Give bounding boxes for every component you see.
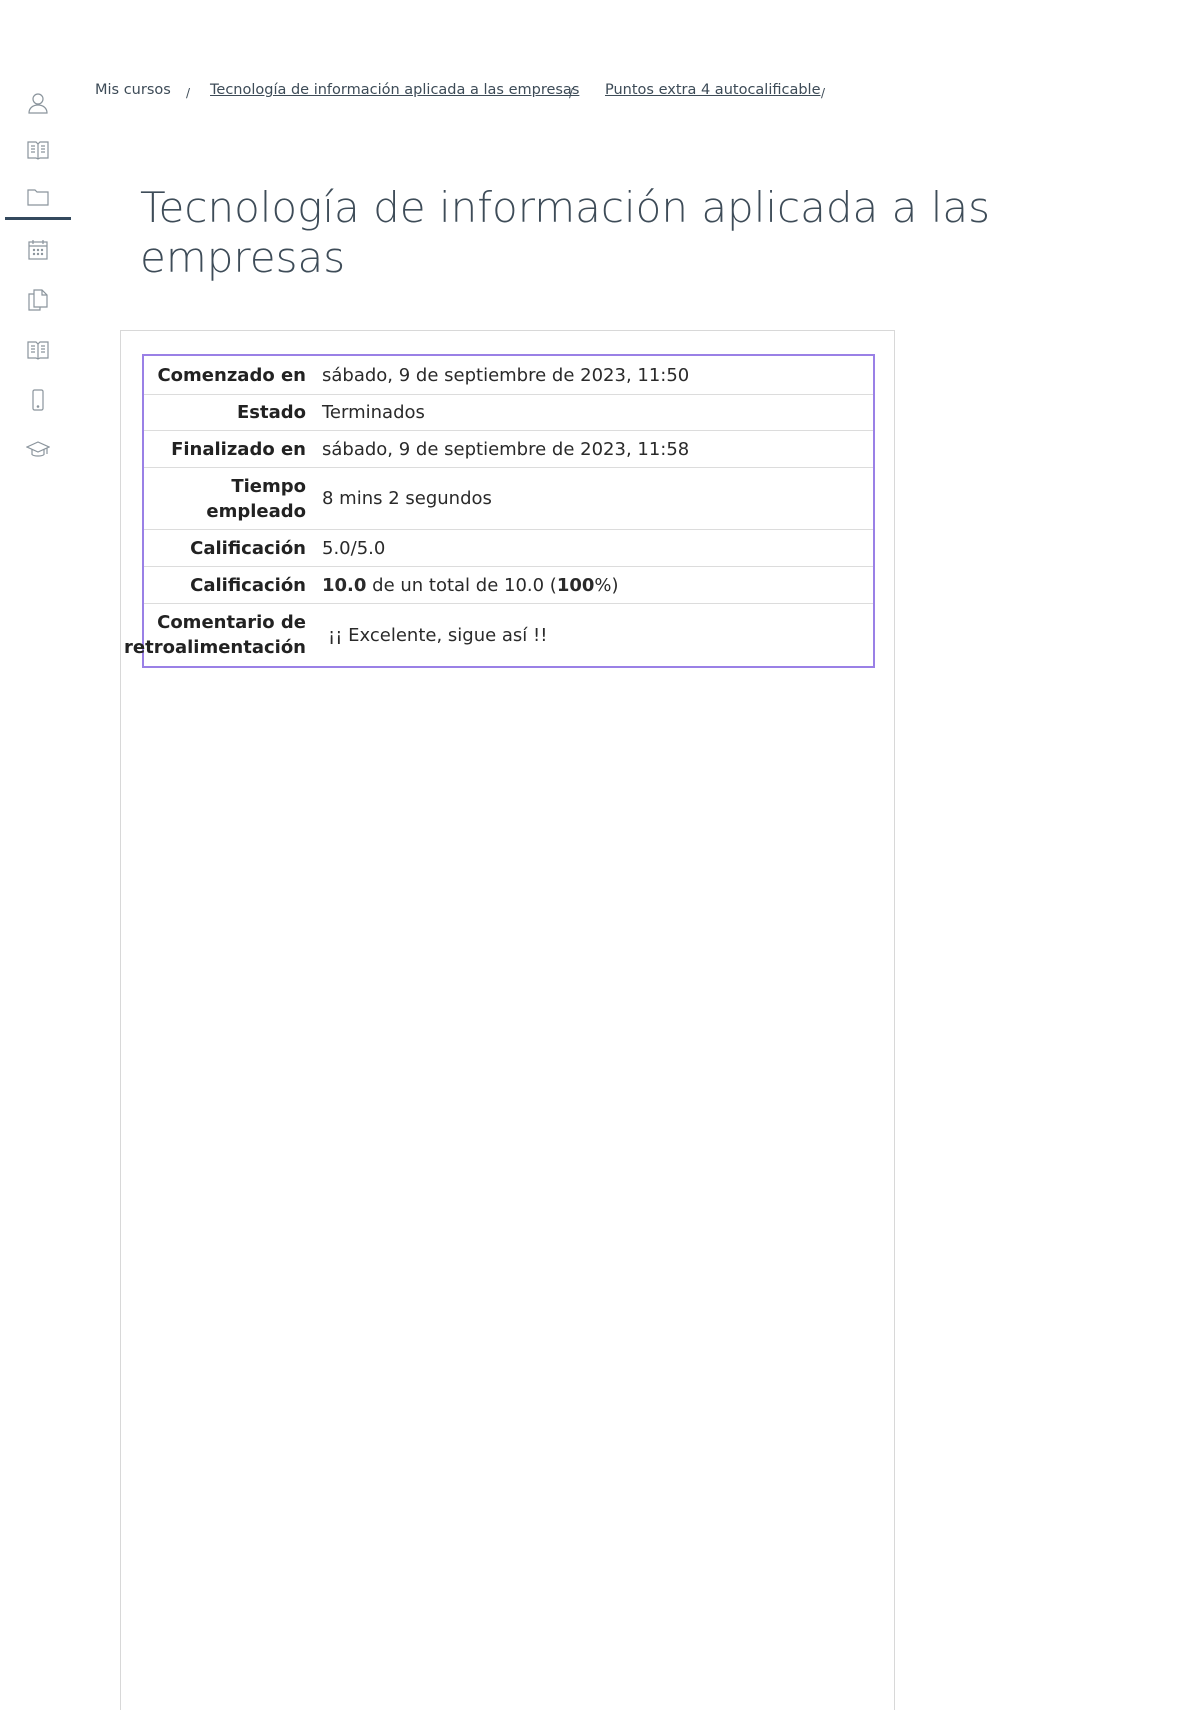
sidebar-item-library[interactable]	[5, 330, 71, 370]
left-sidebar	[0, 0, 80, 1698]
table-row: Estado Terminados	[144, 395, 873, 431]
grade-percent: 100	[556, 574, 595, 596]
sidebar-item-courses[interactable]	[5, 430, 71, 470]
state-value: Terminados	[322, 402, 425, 423]
breadcrumb-item-my-courses[interactable]: Mis cursos	[95, 82, 171, 98]
started-value: sábado, 9 de septiembre de 2023, 11:50	[322, 364, 690, 386]
mobile-icon	[32, 389, 44, 411]
grade-percent-suffix: %)	[594, 574, 619, 596]
breadcrumb-separator: /	[821, 86, 826, 100]
feedback-label: Comentario de retroalimentación	[124, 612, 306, 658]
finished-value: sábado, 9 de septiembre de 2023, 11:58	[322, 438, 690, 460]
table-row: Comenzado en sábado, 9 de septiembre de …	[144, 356, 873, 395]
breadcrumb-item-course[interactable]: Tecnología de información aplicada a las…	[210, 82, 579, 98]
marks-label: Calificación	[190, 537, 306, 559]
sidebar-item-course[interactable]	[5, 177, 71, 220]
book-icon	[27, 141, 49, 160]
table-row: Comentario de retroalimentación ¡¡ Excel…	[124, 604, 873, 666]
grade-score: 10.0	[322, 574, 367, 596]
attempt-summary-table: Comenzado en sábado, 9 de septiembre de …	[124, 354, 875, 668]
table-row: Calificación 5.0/5.0	[144, 530, 873, 567]
time-taken-value: 8 mins 2 segundos	[322, 488, 492, 509]
page-title: Tecnología de información aplicada a las…	[140, 183, 991, 282]
calendar-icon	[28, 240, 48, 260]
grade-total-text: de un total de 10.0 (	[366, 574, 557, 596]
finished-label: Finalizado en	[171, 438, 306, 460]
graduation-cap-icon	[26, 441, 50, 457]
table-row: Finalizado en sábado, 9 de septiembre de…	[144, 431, 873, 468]
files-icon	[28, 289, 48, 311]
user-icon	[28, 93, 48, 114]
sidebar-item-participants[interactable]	[5, 83, 71, 123]
sidebar-item-calendar[interactable]	[5, 230, 71, 270]
marks-value: 5.0/5.0	[322, 537, 386, 559]
sidebar-item-grades[interactable]	[5, 130, 71, 170]
table-row: Calificación 10.0 de un total de 10.0 (1…	[144, 567, 873, 604]
started-label: Comenzado en	[157, 364, 306, 386]
breadcrumb-separator: /	[569, 86, 574, 100]
breadcrumb-item-quiz[interactable]: Puntos extra 4 autocalificable	[605, 82, 821, 98]
table-row: Tiempo empleado 8 mins 2 segundos	[144, 468, 873, 530]
folder-icon	[27, 189, 49, 206]
feedback-value: ¡¡ Excelente, sigue así !!	[328, 624, 548, 646]
breadcrumb-separator: /	[186, 86, 191, 100]
time-taken-label: Tiempo empleado	[206, 475, 306, 522]
sidebar-item-mobile[interactable]	[5, 380, 71, 420]
grade-label: Calificación	[190, 574, 306, 596]
sidebar-item-files[interactable]	[5, 280, 71, 320]
state-label: Estado	[236, 402, 306, 423]
grade-value: 10.0 de un total de 10.0 (100%)	[314, 567, 873, 603]
book-icon	[27, 341, 49, 360]
